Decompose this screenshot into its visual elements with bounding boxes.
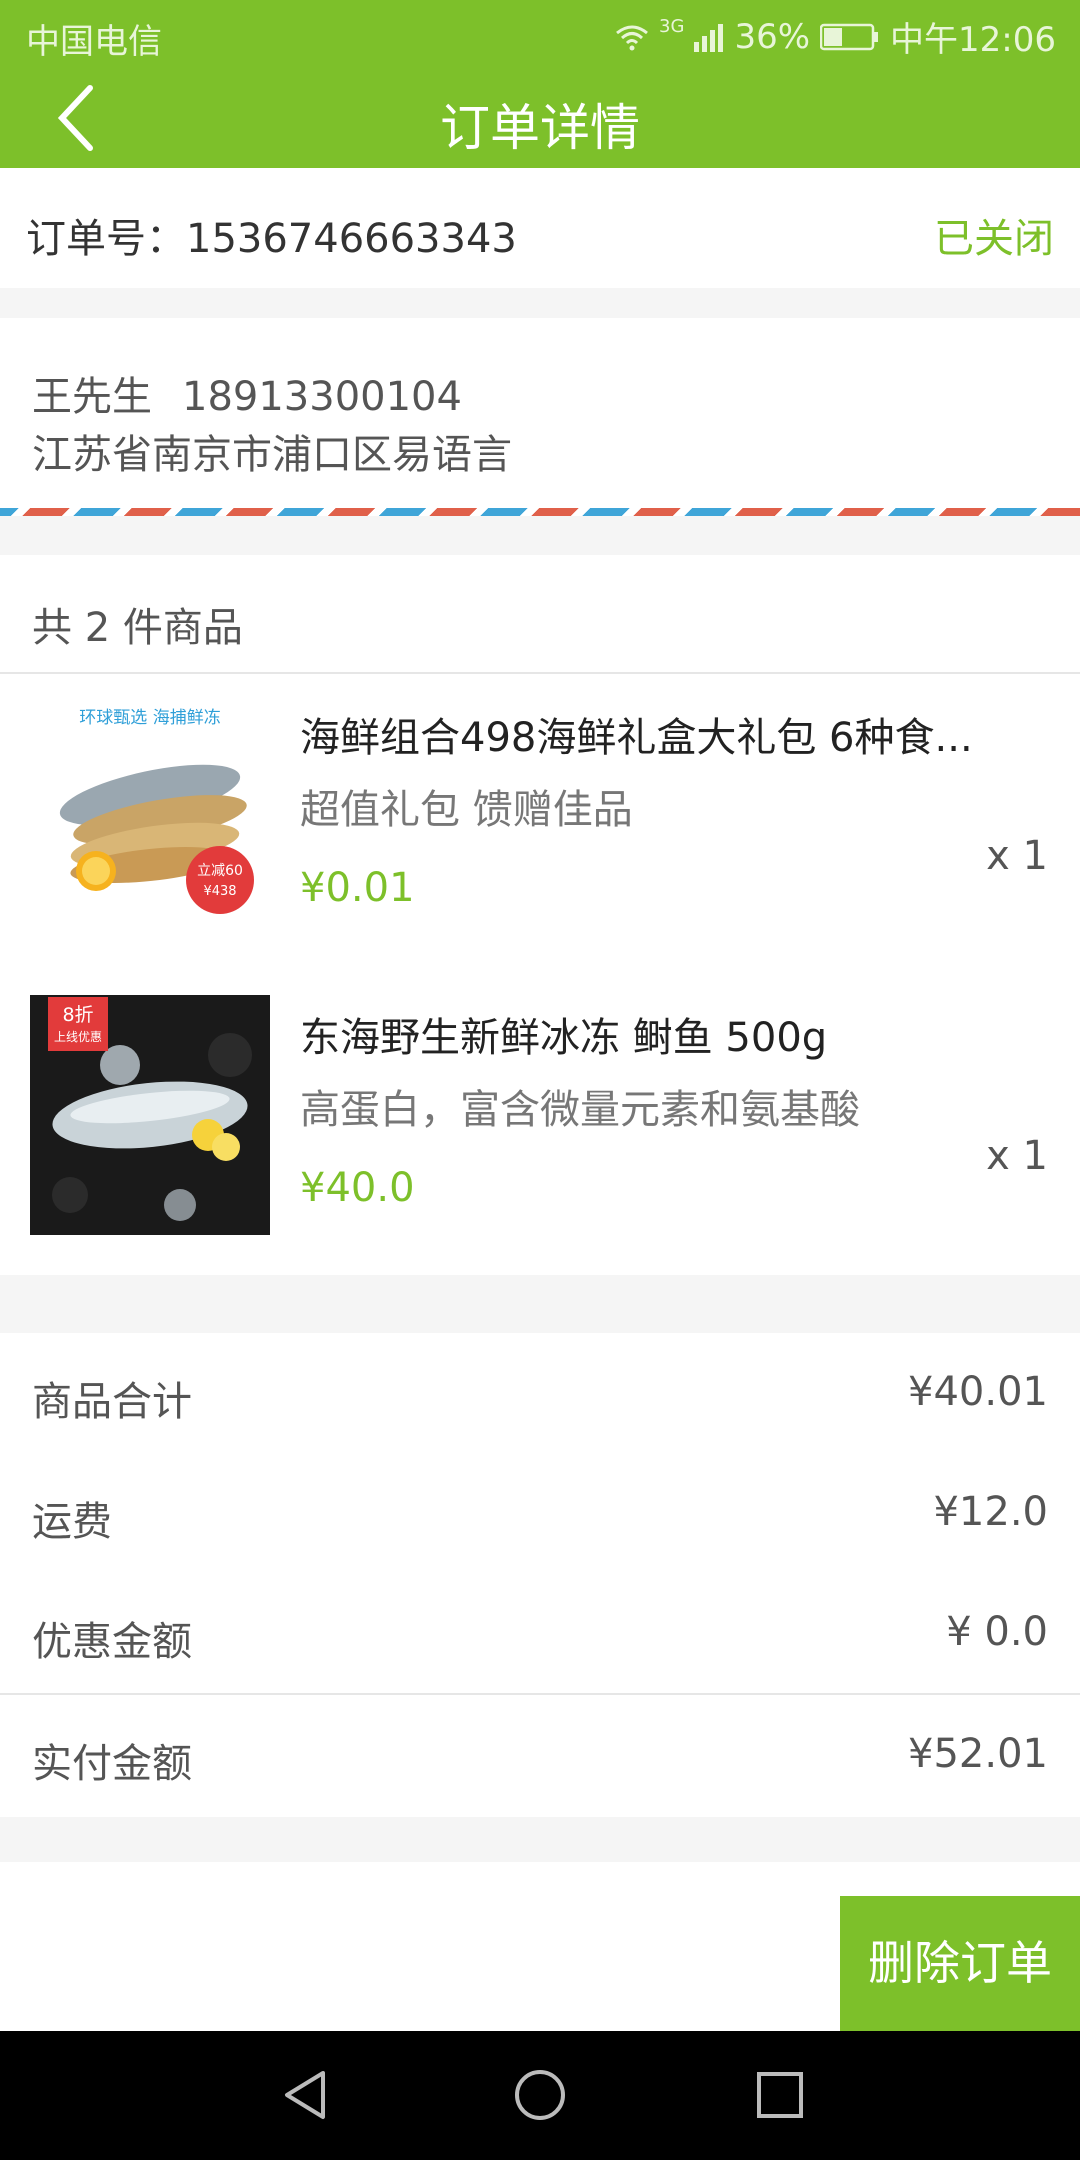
summary-label: 实付金额 (32, 1741, 192, 1787)
product-quantity: x 1 (986, 1133, 1048, 1179)
summary-value: ¥40.01 (908, 1369, 1048, 1415)
product-title: 海鲜组合498海鲜礼盒大礼包 6种食... (300, 715, 973, 761)
product-subtitle: 超值礼包 馈赠佳品 (300, 787, 633, 833)
recipient-info: 王先生 18913300104 (32, 364, 462, 422)
summary-row-paid-amount: 实付金额 ¥52.01 (0, 1695, 1080, 1813)
status-bar: 中国电信 3G 36% 中午12:06 (0, 0, 1080, 70)
battery-percent: 36% (734, 16, 811, 57)
address-section: 王先生 18913300104 江苏省南京市浦口区易语言 (0, 318, 1080, 516)
product-thumbnail: 8折 上线优惠 (30, 995, 270, 1235)
delete-order-button[interactable]: 删除订单 (840, 1896, 1080, 2031)
recipient-name: 王先生 (32, 374, 152, 420)
product-thumbnail: 环球甄选 海捕鲜冻 立减60 ¥438 (30, 695, 270, 935)
summary-label: 运费 (32, 1499, 112, 1545)
summary-label: 优惠金额 (32, 1619, 192, 1665)
order-info-section: 订单号：1536746663343 已关闭 (0, 168, 1080, 288)
signal-icon (694, 23, 724, 52)
nav-recents-icon[interactable] (750, 2065, 810, 2125)
payment-summary-section: 商品合计 ¥40.01 运费 ¥12.0 优惠金额 ¥ 0.0 实付金额 ¥52… (0, 1333, 1080, 1817)
summary-row-discount: 优惠金额 ¥ 0.0 (0, 1573, 1080, 1691)
summary-row-goods-total: 商品合计 ¥40.01 (0, 1333, 1080, 1451)
clock: 中午12:06 (890, 20, 1056, 60)
goods-section: 共 2 件商品 环球甄选 海捕鲜冻 立减60 ¥438 海鲜组合498海鲜礼盒大… (0, 555, 1080, 1275)
battery-icon (820, 23, 879, 50)
order-status-badge: 已关闭 (934, 216, 1054, 262)
summary-value: ¥ 0.0 (946, 1609, 1048, 1655)
thumb-banner-text: 环球甄选 海捕鲜冻 (79, 708, 220, 728)
thumb-promo-tag: 上线优惠 (54, 1030, 102, 1044)
top-nav-bar: 订单详情 (0, 70, 1080, 168)
nav-home-icon[interactable] (510, 2065, 570, 2125)
product-price: ¥0.01 (300, 865, 415, 911)
wifi-icon (616, 25, 648, 50)
carrier-label: 中国电信 (26, 22, 162, 62)
address-line: 江苏省南京市浦口区易语言 (32, 432, 512, 478)
nav-back-icon[interactable] (275, 2065, 335, 2125)
network-type-label: 3G (659, 16, 685, 37)
thumb-price-badge: ¥438 (203, 884, 236, 899)
product-subtitle: 高蛋白，富含微量元素和氨基酸 (300, 1087, 860, 1133)
summary-label: 商品合计 (32, 1379, 192, 1425)
list-item[interactable]: 8折 上线优惠 东海野生新鲜冰冻 鲥鱼 500g 高蛋白，富含微量元素和氨基酸 … (0, 975, 1080, 1235)
summary-value: ¥12.0 (933, 1489, 1048, 1535)
thumb-discount-badge: 立减60 (197, 863, 243, 879)
recipient-phone: 18913300104 (182, 374, 462, 420)
thumb-discount-tag: 8折 (62, 1004, 93, 1026)
product-quantity: x 1 (986, 833, 1048, 879)
page-title: 订单详情 (440, 99, 640, 157)
goods-count-label: 共 2 件商品 (32, 605, 243, 651)
status-indicators: 3G 36% 中午12:06 (615, 12, 1056, 61)
order-number: 订单号：1536746663343 (26, 216, 517, 262)
product-price: ¥40.0 (300, 1165, 415, 1211)
summary-row-shipping: 运费 ¥12.0 (0, 1453, 1080, 1571)
product-title: 东海野生新鲜冰冻 鲥鱼 500g (300, 1015, 828, 1061)
envelope-stripe-divider (0, 508, 1080, 516)
goods-divider (0, 672, 1080, 674)
system-navigation-bar (0, 2031, 1080, 2160)
list-item[interactable]: 环球甄选 海捕鲜冻 立减60 ¥438 海鲜组合498海鲜礼盒大礼包 6种食..… (0, 675, 1080, 935)
summary-value: ¥52.01 (908, 1731, 1048, 1777)
